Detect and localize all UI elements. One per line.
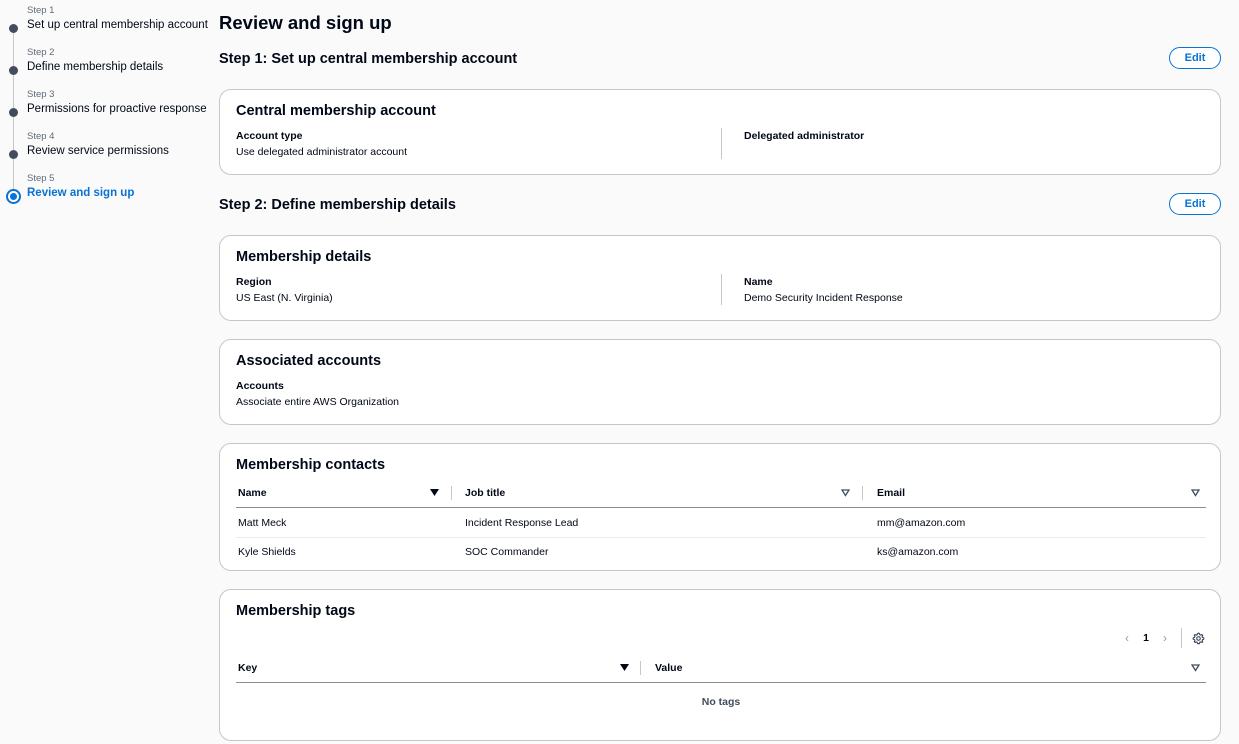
step-label[interactable]: Permissions for proactive response xyxy=(27,103,207,115)
delegated-administrator-field: Delegated administrator xyxy=(744,130,864,146)
step-number: Step 1 xyxy=(27,5,55,16)
step-label[interactable]: Define membership details xyxy=(27,61,163,73)
column-divider xyxy=(721,274,722,305)
step-status-dot-icon xyxy=(9,24,18,33)
step2-section-title: Step 2: Define membership details xyxy=(219,197,456,213)
column-resizer[interactable] xyxy=(451,486,452,500)
page-number[interactable]: 1 xyxy=(1135,632,1157,644)
step-number: Step 3 xyxy=(27,89,55,100)
membership-contacts-card: Membership contacts Name Job title Email… xyxy=(219,443,1221,571)
step-number: Step 5 xyxy=(27,173,55,184)
stepper-step-4[interactable]: Step 4 Review service permissions xyxy=(0,126,205,192)
stepper-step-3[interactable]: Step 3 Permissions for proactive respons… xyxy=(0,84,207,150)
table-header-divider xyxy=(236,682,1206,683)
field-value: Use delegated administrator account xyxy=(236,146,408,158)
step-status-dot-icon xyxy=(9,108,18,117)
caret-down-outline-icon[interactable] xyxy=(1191,664,1200,672)
cell-job-title: Incident Response Lead xyxy=(465,516,579,529)
membership-name-field: Name Demo Security Incident Response xyxy=(744,276,903,304)
field-label: Name xyxy=(744,276,773,288)
table-row: Matt Meck Incident Response Lead mm@amaz… xyxy=(236,508,1206,537)
card-title: Associated accounts xyxy=(236,353,382,369)
field-value: Associate entire AWS Organization xyxy=(236,396,400,408)
caret-down-outline-icon[interactable] xyxy=(841,489,850,497)
tags-table: Key Value No tags xyxy=(236,654,1206,739)
contacts-table: Name Job title Email Matt Meck Incident … xyxy=(236,479,1206,569)
associated-accounts-card: Associated accounts Accounts Associate e… xyxy=(219,339,1221,425)
field-label: Delegated administrator xyxy=(744,130,865,142)
step-status-dot-icon xyxy=(9,66,18,75)
central-membership-account-card: Central membership account Account type … xyxy=(219,89,1221,175)
page-title: Review and sign up xyxy=(219,12,392,33)
main-content: Review and sign up Step 1: Set up centra… xyxy=(219,0,1221,744)
card-title: Membership contacts xyxy=(236,457,386,473)
gear-icon[interactable] xyxy=(1190,630,1206,646)
step1-section-title: Step 1: Set up central membership accoun… xyxy=(219,51,518,67)
table-row: Kyle Shields SOC Commander ks@amazon.com xyxy=(236,537,1206,566)
column-header-job-title[interactable]: Job title xyxy=(465,479,505,507)
card-title: Central membership account xyxy=(236,103,436,119)
step-current-dot-icon xyxy=(6,189,21,204)
caret-down-filled-icon[interactable] xyxy=(620,664,629,672)
column-header-value[interactable]: Value xyxy=(655,654,682,682)
column-header-name[interactable]: Name xyxy=(238,479,267,507)
column-header-email[interactable]: Email xyxy=(877,479,905,507)
caret-down-outline-icon[interactable] xyxy=(1191,489,1200,497)
step1-edit-button[interactable]: Edit xyxy=(1169,47,1221,69)
caret-down-filled-icon[interactable] xyxy=(430,489,439,497)
column-header-key[interactable]: Key xyxy=(238,654,257,682)
field-label: Region xyxy=(236,276,272,288)
stepper-step-5: Step 5 Review and sign up xyxy=(0,168,205,210)
account-type-field: Account type Use delegated administrator… xyxy=(236,130,407,158)
chevron-left-icon[interactable]: ‹ xyxy=(1119,631,1135,645)
step-label: Review and sign up xyxy=(27,187,135,199)
cell-email: mm@amazon.com xyxy=(877,516,966,529)
membership-details-card: Membership details Region US East (N. Vi… xyxy=(219,235,1221,321)
field-label: Account type xyxy=(236,130,303,142)
card-title: Membership details xyxy=(236,249,372,265)
accounts-field: Accounts Associate entire AWS Organizati… xyxy=(236,380,399,408)
gear-icon-svg xyxy=(1192,632,1204,644)
pagination-divider xyxy=(1181,628,1182,648)
card-title: Membership tags xyxy=(236,603,356,619)
cell-job-title: SOC Commander xyxy=(465,545,549,558)
column-divider xyxy=(721,128,722,159)
field-value: Demo Security Incident Response xyxy=(744,292,903,304)
cell-email: ks@amazon.com xyxy=(877,545,959,558)
column-resizer[interactable] xyxy=(640,661,641,675)
column-resizer[interactable] xyxy=(862,486,863,500)
empty-state-text: No tags xyxy=(701,696,741,708)
membership-tags-card: Membership tags ‹ 1 › Key Value No tags xyxy=(219,589,1221,741)
step-label[interactable]: Review service permissions xyxy=(27,145,169,157)
step-label[interactable]: Set up central membership account xyxy=(27,19,208,31)
stepper-step-1[interactable]: Step 1 Set up central membership account xyxy=(0,0,208,66)
pagination: ‹ 1 › xyxy=(1119,628,1206,648)
step-number: Step 4 xyxy=(27,131,55,142)
step-status-dot-icon xyxy=(9,150,18,159)
chevron-right-icon[interactable]: › xyxy=(1157,631,1173,645)
region-field: Region US East (N. Virginia) xyxy=(236,276,333,304)
step2-edit-button[interactable]: Edit xyxy=(1169,193,1221,215)
cell-name: Kyle Shields xyxy=(238,545,296,558)
field-label: Accounts xyxy=(236,380,284,392)
stepper-step-2[interactable]: Step 2 Define membership details xyxy=(0,42,205,108)
field-value: US East (N. Virginia) xyxy=(236,292,333,304)
cell-name: Matt Meck xyxy=(238,516,287,529)
step-number: Step 2 xyxy=(27,47,55,58)
